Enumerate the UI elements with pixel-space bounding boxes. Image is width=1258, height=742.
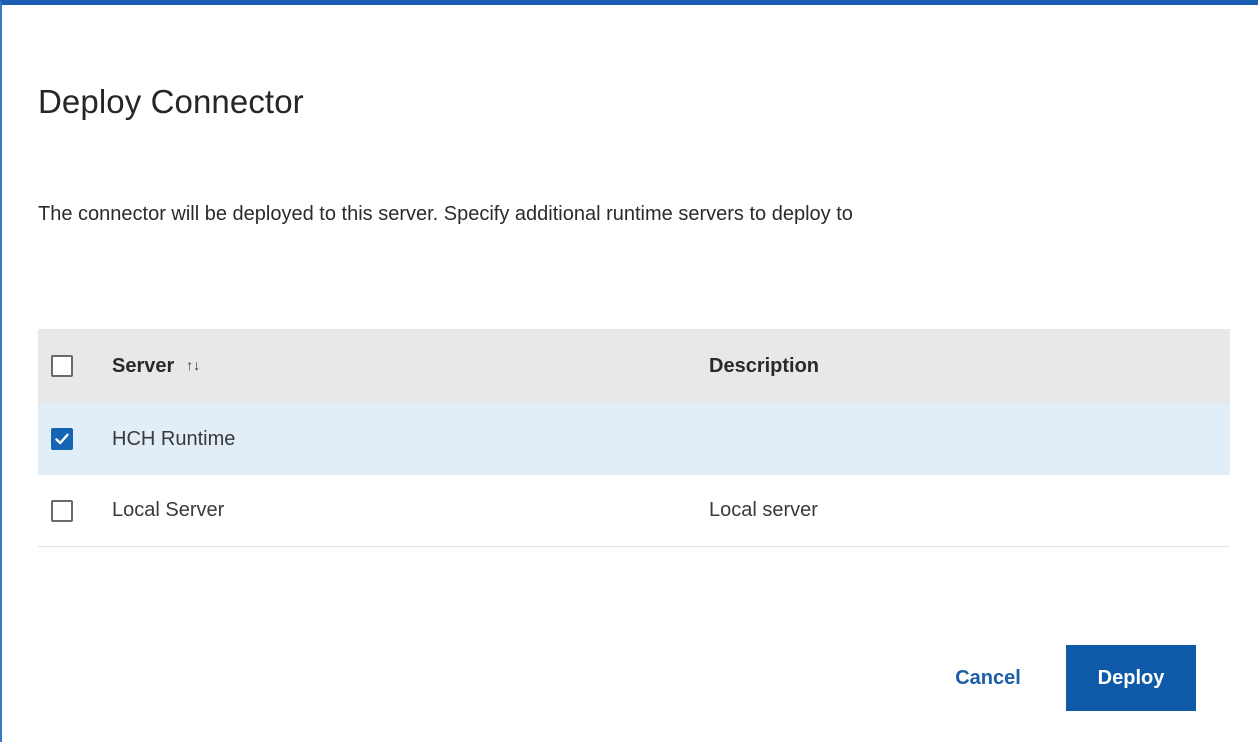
deploy-button[interactable]: Deploy [1066,645,1196,711]
dialog-title: Deploy Connector [38,83,304,120]
servers-table: Server ↑↓ Description HCH Runtime Local S… [38,329,1230,547]
checkmark-icon [55,433,69,445]
deploy-connector-dialog: Deploy Connector The connector will be d… [0,0,1258,742]
select-all-checkbox[interactable] [51,355,73,377]
row-checkbox[interactable] [51,499,73,522]
column-header-server-label: Server [112,354,175,377]
cancel-button[interactable]: Cancel [942,645,1034,711]
column-header-server[interactable]: Server ↑↓ [112,355,200,378]
table-row[interactable]: Local Server Local server [38,475,1230,547]
table-header-row: Server ↑↓ Description [38,329,1230,403]
server-name: Local Server [112,499,225,521]
column-header-description: Description [709,354,820,377]
server-description: Local server [709,499,818,521]
sort-icon[interactable]: ↑↓ [186,357,200,373]
row-checkbox[interactable] [51,428,73,450]
server-name: HCH Runtime [112,427,236,450]
table-row[interactable]: HCH Runtime [38,403,1230,475]
dialog-description: The connector will be deployed to this s… [38,203,853,225]
